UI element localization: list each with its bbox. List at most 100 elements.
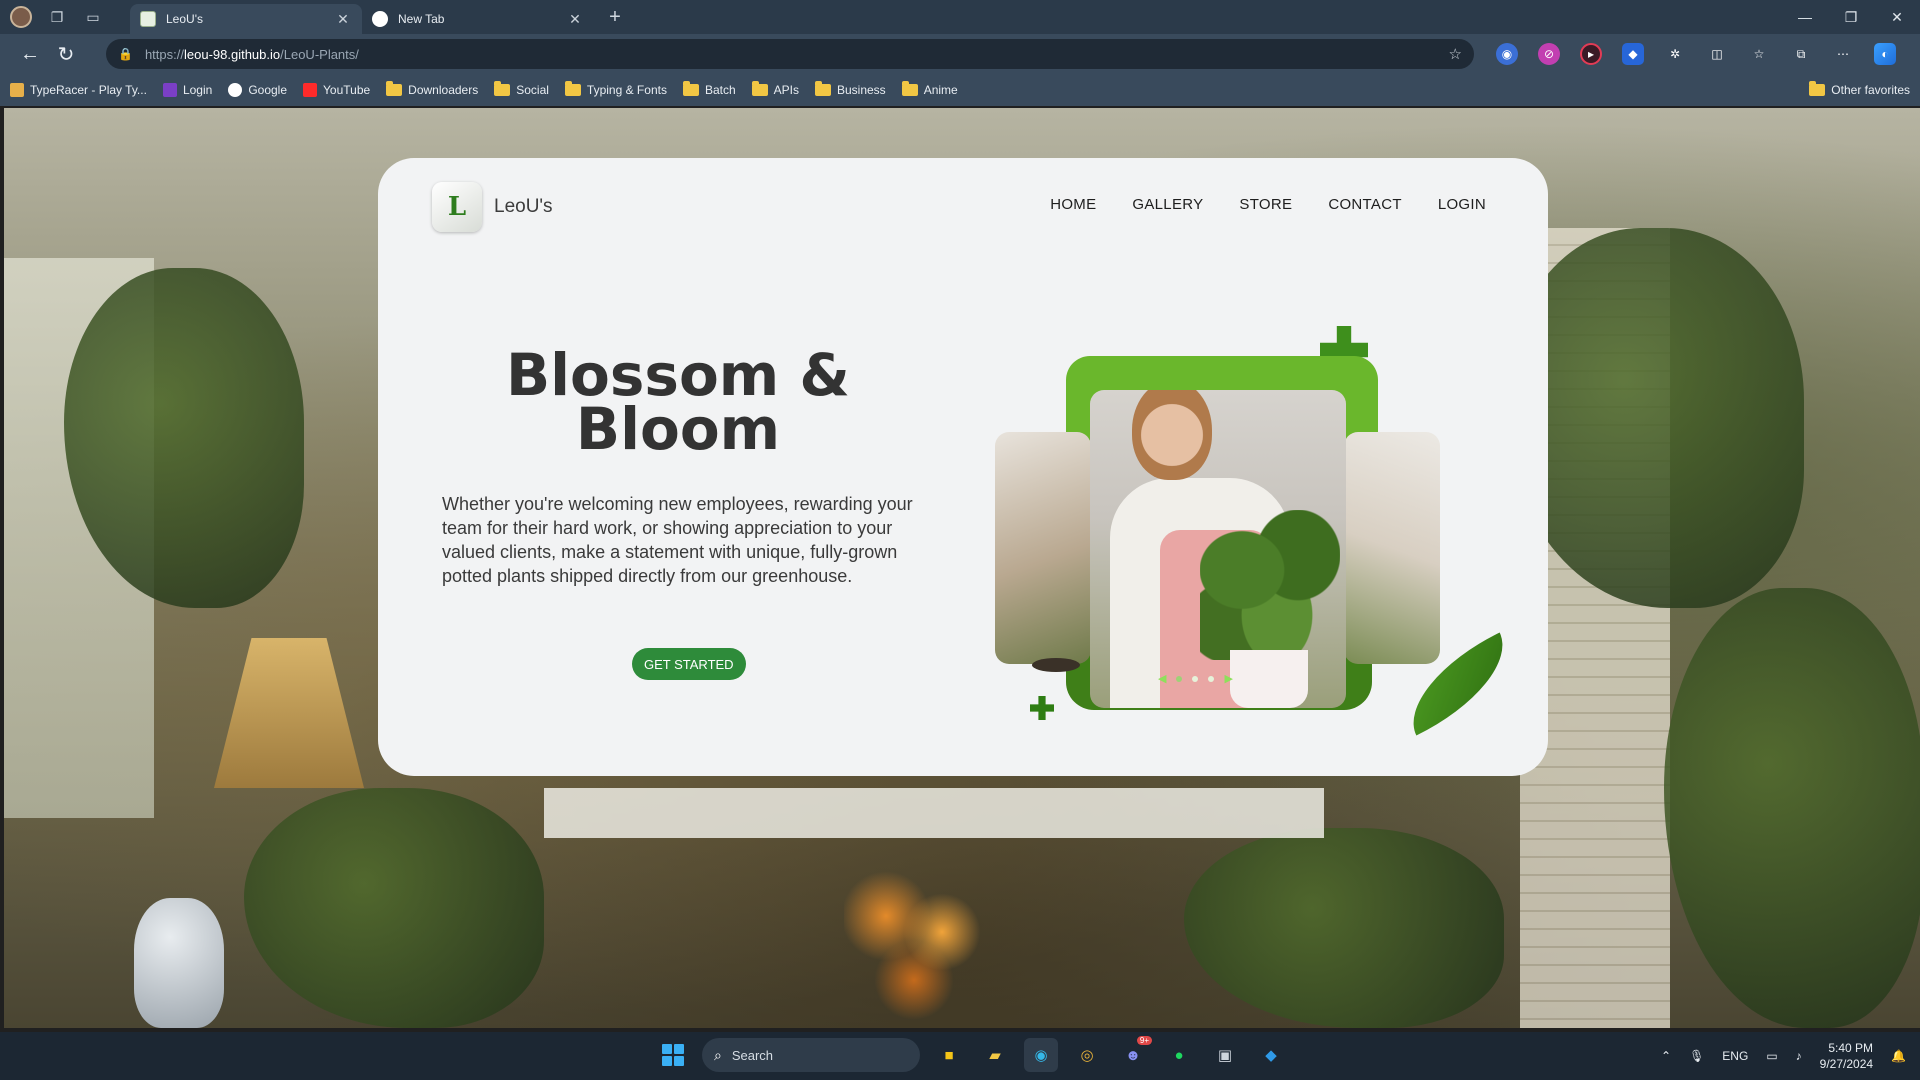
slider-dot[interactable] <box>1208 675 1215 682</box>
tab-bar-left-icons: ❐ ▭ <box>0 6 130 28</box>
address-bar[interactable]: 🔒 https://leou-98.github.io/LeoU-Plants/… <box>106 39 1474 69</box>
nav-store[interactable]: STORE <box>1239 196 1292 213</box>
slider-dot[interactable] <box>1192 675 1199 682</box>
refresh-button[interactable]: ↻ <box>48 38 84 70</box>
workspaces-icon[interactable]: ❐ <box>46 6 68 28</box>
new-tab-favicon-icon <box>372 11 388 27</box>
nav-gallery[interactable]: GALLERY <box>1132 196 1203 213</box>
close-tab-icon[interactable]: ✕ <box>334 11 352 28</box>
bookmark-folder[interactable]: APIs <box>751 81 799 97</box>
new-tab-button[interactable]: + <box>600 2 630 32</box>
discord-badge: 9+ <box>1136 1036 1152 1045</box>
extensions-puzzle-icon[interactable]: ✲ <box>1664 43 1686 65</box>
collections-icon[interactable]: ⧉ <box>1790 43 1812 65</box>
profile-avatar[interactable] <box>10 6 32 28</box>
slider-controls: ◀ ▶ <box>1158 672 1233 685</box>
extension-shield-icon[interactable]: ◆ <box>1622 43 1644 65</box>
bookmark-item[interactable]: Google <box>228 83 287 97</box>
background-plant <box>244 788 544 1028</box>
slide-photo-current <box>1090 390 1346 708</box>
spotify-icon[interactable]: ● <box>1162 1038 1196 1072</box>
folder-icon <box>901 81 918 96</box>
terminal-icon[interactable]: ▣ <box>1208 1038 1242 1072</box>
tab-new-tab[interactable]: New Tab ✕ <box>362 4 594 34</box>
bookmark-folder[interactable]: Anime <box>901 81 958 97</box>
slide-photo-previous[interactable] <box>995 432 1091 664</box>
bookmark-item[interactable]: Login <box>162 83 213 97</box>
other-favorites[interactable]: Other favorites <box>1809 81 1910 97</box>
bookmark-folder[interactable]: Social <box>494 81 549 97</box>
bookmark-folder[interactable]: Batch <box>682 81 736 97</box>
bookmark-label: Social <box>516 83 549 97</box>
hero-description: Whether you're welcoming new employees, … <box>442 494 913 586</box>
photo-person-head <box>1132 390 1212 480</box>
bookmark-label: Downloaders <box>408 83 479 97</box>
extension-search-icon[interactable]: ◉ <box>1496 43 1518 65</box>
browser-toolbar: ← ↻ 🔒 https://leou-98.github.io/LeoU-Pla… <box>0 34 1920 74</box>
sticky-notes-icon[interactable]: ■ <box>932 1038 966 1072</box>
taskbar-apps: ⌕ Search ■ ▰ ◉ ◎ ☻ 9+ ● ▣ ◆ <box>656 1036 1288 1072</box>
microphone-icon[interactable]: 🎙 <box>1689 1049 1704 1063</box>
bookmark-label: TypeRacer - Play Ty... <box>30 83 147 97</box>
tab-leous[interactable]: LeoU's ✕ <box>130 4 362 34</box>
page-viewport: L LeoU's HOME GALLERY STORE CONTACT LOGI… <box>4 108 1920 1028</box>
slider-dot[interactable] <box>1176 675 1183 682</box>
copilot-icon[interactable]: ◐ <box>1874 43 1896 65</box>
bookmark-label: Business <box>836 83 886 97</box>
other-favorites-label: Other favorites <box>1831 83 1910 97</box>
nav-home[interactable]: HOME <box>1050 196 1096 213</box>
back-button[interactable]: ← <box>12 38 48 70</box>
close-window-icon[interactable]: ✕ <box>1874 0 1920 34</box>
tray-overflow-icon[interactable]: ⌃ <box>1661 1049 1671 1063</box>
clock-date: 9/27/2024 <box>1819 1057 1874 1071</box>
bookmark-label: Login <box>182 83 213 97</box>
slide-photo-next[interactable] <box>1344 432 1440 664</box>
bookmark-folder[interactable]: Business <box>814 81 886 97</box>
network-icon[interactable]: ▭ <box>1766 1049 1777 1063</box>
bookmark-item[interactable]: YouTube <box>303 83 370 97</box>
brand-name: LeoU's <box>494 196 553 217</box>
discord-icon[interactable]: ☻ 9+ <box>1116 1036 1152 1072</box>
favorites-icon[interactable]: ☆ <box>1748 43 1770 65</box>
background-lamp <box>214 638 364 788</box>
edge-browser-icon[interactable]: ◉ <box>1024 1038 1058 1072</box>
windows-start-icon[interactable] <box>656 1038 690 1072</box>
minimize-icon[interactable]: — <box>1782 0 1828 34</box>
background-vase <box>134 898 224 1028</box>
notifications-icon[interactable]: 🔔 <box>1891 1049 1906 1063</box>
close-tab-icon[interactable]: ✕ <box>566 11 584 28</box>
background-flowers <box>844 868 984 1028</box>
chrome-browser-icon[interactable]: ◎ <box>1070 1038 1104 1072</box>
slider-next-icon[interactable]: ▶ <box>1224 672 1232 685</box>
lock-icon[interactable]: 🔒 <box>118 47 133 61</box>
windows-taskbar: ⌕ Search ■ ▰ ◉ ◎ ☻ 9+ ● ▣ ◆ ⌃ 🎙 ENG ▭ ♪ 5… <box>0 1032 1920 1080</box>
extension-compass-icon[interactable]: ⊘ <box>1538 43 1560 65</box>
split-screen-icon[interactable]: ◫ <box>1706 43 1728 65</box>
volume-icon[interactable]: ♪ <box>1796 1049 1802 1063</box>
url-host: leou-98.github.io <box>183 46 281 62</box>
bookmark-folder[interactable]: Typing & Fonts <box>564 81 667 97</box>
vscode-icon[interactable]: ◆ <box>1254 1038 1288 1072</box>
language-indicator[interactable]: ENG <box>1722 1049 1748 1063</box>
extension-record-icon[interactable]: ▸ <box>1580 43 1602 65</box>
brand[interactable]: L LeoU's <box>432 182 553 232</box>
more-menu-icon[interactable]: ⋯ <box>1832 43 1854 65</box>
search-icon: ⌕ <box>714 1046 722 1063</box>
taskbar-search[interactable]: ⌕ Search <box>702 1038 920 1072</box>
restore-icon[interactable]: ❐ <box>1828 0 1874 34</box>
clock[interactable]: 5:40 PM 9/27/2024 <box>1820 1040 1873 1072</box>
favorite-star-icon[interactable]: ☆ <box>1449 45 1462 63</box>
nav-login[interactable]: LOGIN <box>1438 196 1486 213</box>
file-explorer-icon[interactable]: ▰ <box>978 1038 1012 1072</box>
folder-icon <box>386 81 403 96</box>
photo-plant <box>1200 510 1340 660</box>
system-tray: ⌃ 🎙 ENG ▭ ♪ 5:40 PM 9/27/2024 🔔 <box>1661 1032 1906 1080</box>
get-started-button[interactable]: GET STARTED <box>632 648 746 680</box>
bookmark-item[interactable]: TypeRacer - Play Ty... <box>10 83 147 97</box>
tab-title: New Tab <box>398 12 445 26</box>
tab-actions-icon[interactable]: ▭ <box>82 6 104 28</box>
uwl-icon <box>162 83 177 97</box>
nav-contact[interactable]: CONTACT <box>1328 196 1401 213</box>
bookmark-folder[interactable]: Downloaders <box>386 81 479 97</box>
slider-prev-icon[interactable]: ◀ <box>1158 672 1166 685</box>
